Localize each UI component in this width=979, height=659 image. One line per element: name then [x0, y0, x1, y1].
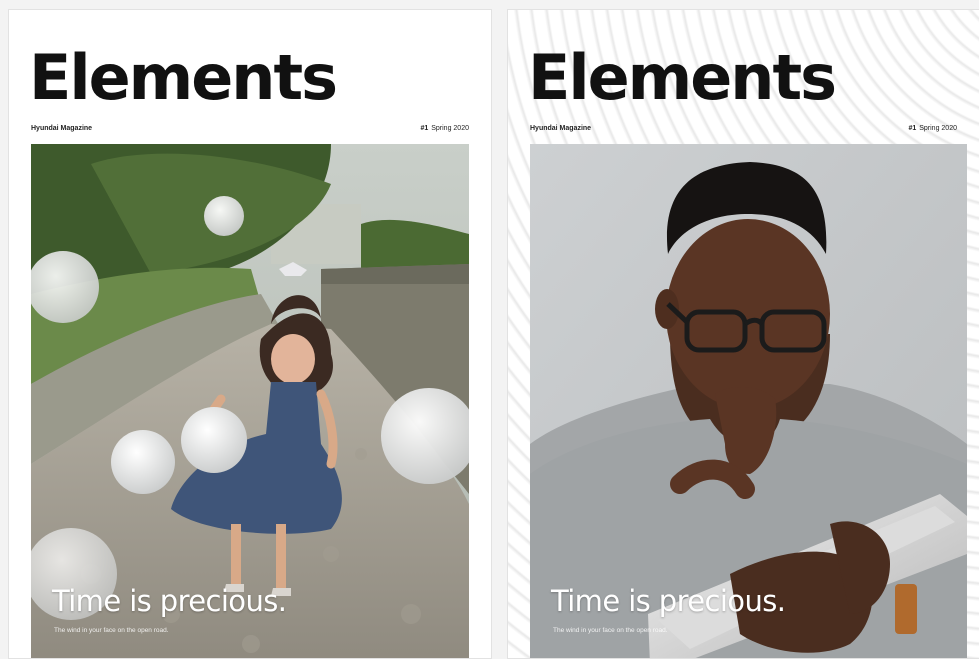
issue-season: Spring 2020: [919, 125, 957, 132]
masthead: Elements: [528, 41, 837, 114]
publication-name: Hyundai Magazine: [530, 125, 592, 132]
issue-label: #1 Spring 2020: [908, 125, 957, 132]
cover-headline: Time is precious.: [52, 584, 287, 618]
cover-subline: The wind in your face on the open road.: [553, 627, 668, 634]
masthead: Elements: [29, 41, 338, 114]
cover-meta: Hyundai Magazine #1 Spring 2020: [530, 125, 957, 132]
issue-number: #1: [420, 125, 429, 132]
cover-subline: The wind in your face on the open road.: [54, 627, 169, 634]
issue-label: #1 Spring 2020: [420, 125, 469, 132]
issue-number: #1: [908, 125, 917, 132]
magazine-cover-girl[interactable]: Elements Hyundai Magazine #1Spring 2020: [8, 9, 492, 659]
magazine-cover-man[interactable]: Elements Hyundai Magazine #1Spring 2020: [507, 9, 979, 659]
cover-photo-girl-balloons: Time is precious. The wind in your face …: [31, 144, 469, 658]
issue-season: Spring 2020: [431, 125, 469, 132]
cover-headline: Time is precious.: [551, 584, 786, 618]
cover-meta: Hyundai Magazine #1 Spring 2020: [31, 125, 469, 132]
publication-name: Hyundai Magazine: [31, 125, 93, 132]
cover-photo-man-tablet: Time is precious. The wind in your face …: [530, 144, 967, 658]
